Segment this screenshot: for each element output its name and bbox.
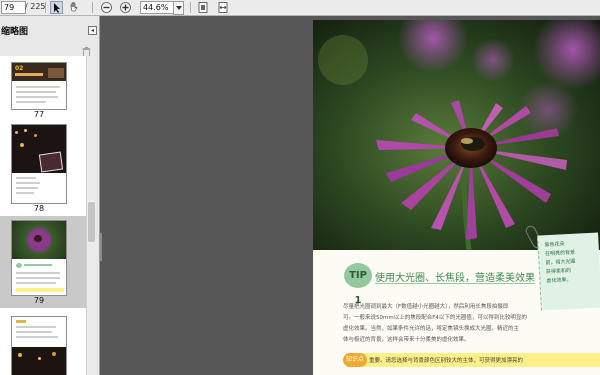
tip-heading: 使用大光圈、长焦段，营造柔美效果 — [375, 273, 535, 284]
zoom-dropdown-chevron-down-icon[interactable] — [173, 1, 184, 15]
zoom-in-icon[interactable] — [119, 1, 131, 13]
knowledge-badge: 知识点 — [343, 353, 367, 367]
thumbnail-label: 78 — [33, 204, 45, 213]
document-page: 紫色花朵 在明亮的背景 前，用大光圈 获得柔和的 虚化效果。 TIP 1 使用大… — [313, 20, 600, 375]
thumbnail-item[interactable]: 78 — [0, 124, 86, 216]
hand-tool-icon[interactable] — [68, 1, 80, 13]
tip-badge: TIP 1 — [344, 263, 372, 306]
thumbnail-page-78[interactable] — [11, 124, 67, 204]
thumbnail-label: 77 — [33, 110, 45, 119]
note-text: 虚化效果。 — [546, 276, 572, 285]
thumbnail-item[interactable]: 02 77 — [0, 56, 86, 124]
body-text: 可。一般来说50mm以上的焦段配合F4以下的光圈值，可以得到比较明显的 — [343, 315, 527, 321]
heading-underline — [375, 283, 535, 284]
thumbnails-header: 缩略图 ◂ — [0, 20, 99, 38]
thumbnail-page-77[interactable]: 02 — [11, 62, 67, 110]
select-arrow-icon[interactable] — [50, 1, 63, 14]
toolbar: 79 / 225 44.6% — [0, 0, 600, 16]
thumbnail-label: 79 — [33, 296, 45, 305]
page-number-input[interactable]: 79 — [1, 1, 26, 14]
thumbnail-page-79[interactable] — [11, 220, 67, 296]
thumbnail-scrollbar[interactable] — [86, 56, 96, 375]
flower-photo — [313, 20, 600, 250]
scrollbar-thumb[interactable] — [88, 202, 95, 242]
sticky-note: 紫色花朵 在明亮的背景 前，用大光圈 获得柔和的 虚化效果。 — [537, 232, 600, 311]
thumbnail-item[interactable] — [0, 308, 86, 375]
toolbar-divider — [92, 2, 93, 13]
thumbnail-page-80[interactable] — [11, 316, 67, 375]
fit-page-icon[interactable] — [197, 1, 209, 13]
zoom-out-icon[interactable] — [100, 1, 112, 13]
thumbnail-list: 02 77 78 79 — [0, 56, 86, 375]
body-text: 尽量把光圈调到最大（F数值越小光圈越大），然后利用长焦段拍摄即 — [343, 304, 509, 310]
collapse-panel-icon[interactable]: ◂ — [88, 26, 97, 35]
thumbnails-panel: 缩略图 ◂ 02 77 78 79 — [0, 16, 100, 375]
body-text: 虚化效果。当然，如果条件允许的话，将定焦镜头换成大光圈、精近的主 — [343, 326, 520, 332]
page-total: / 225 — [25, 2, 46, 11]
panel-splitter-handle[interactable] — [100, 233, 102, 261]
fit-width-icon[interactable] — [217, 1, 229, 13]
toolbar-divider — [190, 2, 191, 13]
toolbar-divider — [45, 2, 46, 13]
body-text: 体与极近的背景，这样会带来十分柔美的虚化效果。 — [343, 337, 470, 343]
thumbnails-title: 缩略图 — [1, 27, 29, 37]
knowledge-text: 重要。请您选择与背景颜色区别较大的主体，可获得更加漂亮的 — [369, 358, 524, 364]
thumbnail-item[interactable]: 79 — [0, 216, 86, 308]
